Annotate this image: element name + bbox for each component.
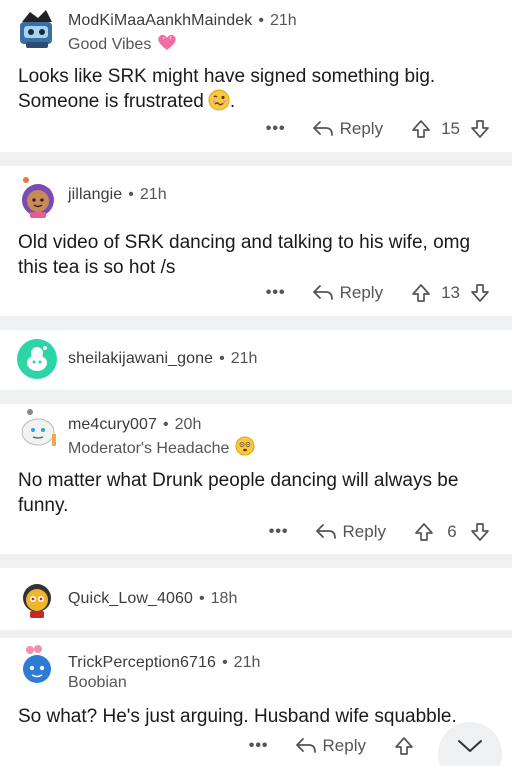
upvote-icon[interactable] xyxy=(414,522,434,542)
timestamp: 21h xyxy=(269,12,297,29)
flair-text: Moderator's Headache xyxy=(68,439,230,457)
vote-count: 15 xyxy=(441,119,460,138)
reply-arrow-icon xyxy=(312,285,333,300)
separator-dot: • xyxy=(219,350,225,367)
more-options-button[interactable]: ••• xyxy=(249,737,269,755)
timestamp: 18h xyxy=(210,590,238,607)
comment-separator xyxy=(0,152,512,166)
more-options-button[interactable]: ••• xyxy=(269,523,289,541)
separator-dot: • xyxy=(258,12,264,29)
comment-4: me4cury007 • 20h Moderator's Headache No… xyxy=(0,404,512,554)
body-punctuation: . xyxy=(229,91,236,112)
comment-body: Looks like SRK might have signed somethi… xyxy=(18,64,494,118)
downvote-icon[interactable] xyxy=(470,283,490,303)
username[interactable]: jillangie xyxy=(68,186,122,204)
comment-1: ModKiMaaAankhMaindek • 21h Good Vibes Lo… xyxy=(0,0,512,152)
avatar[interactable] xyxy=(16,644,58,686)
more-options-button[interactable]: ••• xyxy=(266,120,286,138)
upvote-icon[interactable] xyxy=(394,736,414,756)
reply-button[interactable]: Reply xyxy=(312,119,383,139)
timestamp: 20h xyxy=(174,416,202,433)
separator-dot: • xyxy=(199,590,205,607)
comment-separator xyxy=(0,390,512,404)
comment-body: Old video of SRK dancing and talking to … xyxy=(18,232,471,278)
woozy-face-icon xyxy=(208,89,230,118)
flair-text: Boobian xyxy=(68,674,127,691)
comment-body: No matter what Drunk people dancing will… xyxy=(18,470,459,516)
body-line-with-emoji: Someone is frustrated. xyxy=(18,89,494,118)
body-line: Someone is frustrated xyxy=(18,91,204,112)
comment-2: jillangie • 21h Old video of SRK dancing… xyxy=(0,166,512,316)
reply-button[interactable]: Reply xyxy=(315,522,386,542)
timestamp: 21h xyxy=(233,654,261,671)
avatar[interactable] xyxy=(16,578,58,620)
username[interactable]: me4cury007 xyxy=(68,416,157,434)
avatar[interactable] xyxy=(16,176,58,218)
comment-6: TrickPerception6716 • 21h Boobian So wha… xyxy=(0,638,512,766)
downvote-icon[interactable] xyxy=(470,522,490,542)
comment-body: So what? He's just arguing. Husband wife… xyxy=(18,706,457,727)
vote-count: 13 xyxy=(441,283,460,302)
reply-arrow-icon xyxy=(312,121,333,136)
user-flair: Good Vibes xyxy=(68,33,177,56)
username[interactable]: Quick_Low_4060 xyxy=(68,590,193,608)
reply-label: Reply xyxy=(339,119,384,138)
more-options-button[interactable]: ••• xyxy=(266,284,286,302)
username[interactable]: ModKiMaaAankhMaindek xyxy=(68,12,252,30)
reply-button[interactable]: Reply xyxy=(295,736,366,756)
avatar[interactable] xyxy=(16,338,58,380)
comment-separator xyxy=(0,630,512,638)
reply-button[interactable]: Reply xyxy=(312,283,383,303)
separator-dot: • xyxy=(128,186,134,203)
timestamp: 21h xyxy=(230,350,258,367)
vote-count: 6 xyxy=(447,522,457,541)
pink-heart-icon xyxy=(157,33,177,56)
comment-5-collapsed[interactable]: Quick_Low_4060 • 18h xyxy=(0,568,512,630)
reply-label: Reply xyxy=(342,522,386,541)
flushed-face-icon xyxy=(235,436,255,461)
separator-dot: • xyxy=(163,416,169,433)
downvote-icon[interactable] xyxy=(470,119,490,139)
reply-label: Reply xyxy=(322,736,366,755)
username[interactable]: sheilakijawani_gone xyxy=(68,350,213,368)
vote-controls xyxy=(394,736,414,756)
comment-separator xyxy=(0,554,512,568)
vote-controls: 6 xyxy=(414,522,490,542)
reply-arrow-icon xyxy=(315,524,336,539)
user-flair: Moderator's Headache xyxy=(68,436,255,461)
avatar[interactable] xyxy=(16,8,58,50)
separator-dot: • xyxy=(222,654,228,671)
flair-text: Good Vibes xyxy=(68,35,152,53)
chevron-down-icon xyxy=(458,740,482,752)
body-line: Looks like SRK might have signed somethi… xyxy=(18,66,436,87)
comment-separator xyxy=(0,316,512,330)
reply-arrow-icon xyxy=(295,738,316,753)
avatar[interactable] xyxy=(16,408,58,450)
timestamp: 21h xyxy=(139,186,167,203)
upvote-icon[interactable] xyxy=(411,283,431,303)
upvote-icon[interactable] xyxy=(411,119,431,139)
comment-3-collapsed[interactable]: sheilakijawani_gone • 21h xyxy=(0,330,512,390)
user-flair: Boobian xyxy=(68,674,127,692)
username[interactable]: TrickPerception6716 xyxy=(68,654,216,672)
vote-controls: 15 xyxy=(411,119,490,139)
vote-controls: 13 xyxy=(411,283,490,303)
reply-label: Reply xyxy=(339,283,384,302)
